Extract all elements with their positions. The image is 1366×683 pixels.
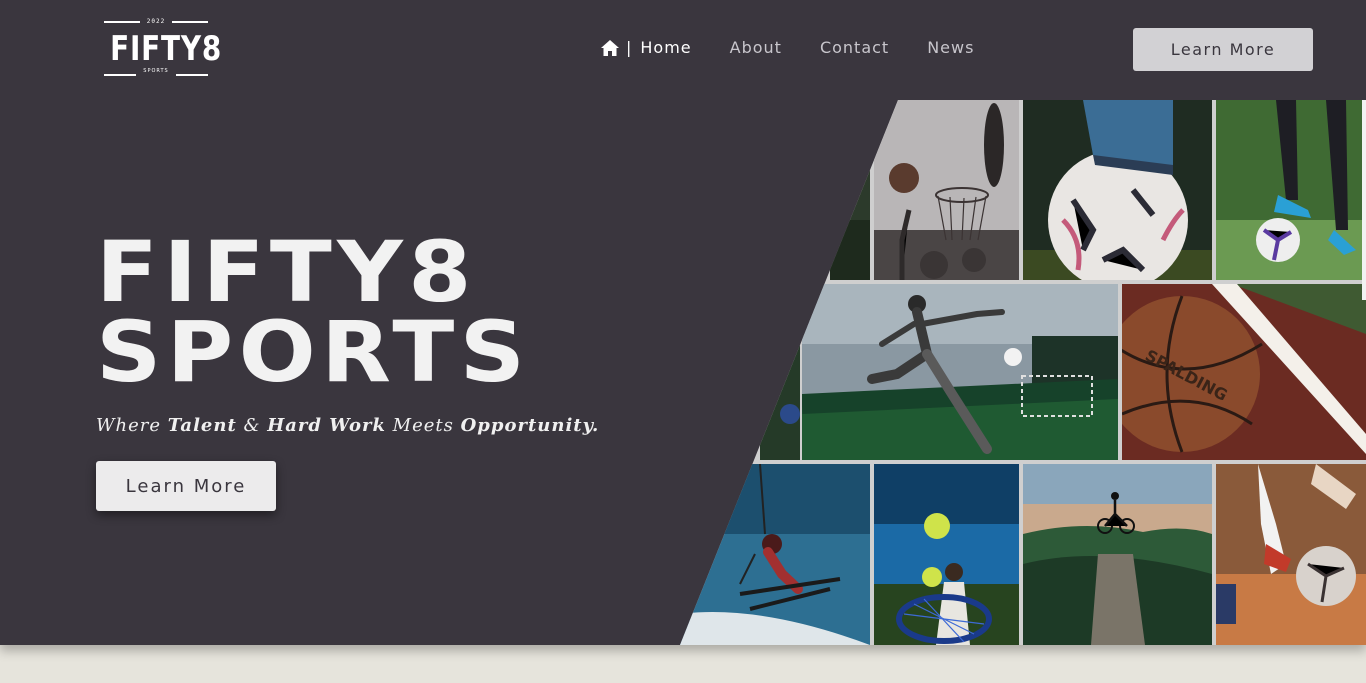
tennis-player-photo [874,464,1019,645]
collage-edge-tile [760,284,800,460]
tagline-talent: Talent [167,415,237,436]
nav-home-label: Home [640,38,692,57]
tagline-hard-work: Hard Work [267,415,386,436]
logo-brand: FIFTY8 [110,29,223,69]
skier-jump-photo [680,464,870,645]
nav-separator: | [626,38,633,57]
scrollbar-thumb[interactable] [1362,100,1366,300]
logo-rule [104,74,136,76]
logo-subtitle: SPORTS [143,68,169,74]
soccer-ball-under-foot-photo [1023,100,1212,280]
nav-contact[interactable]: Contact [820,38,889,57]
hero-tagline: Where Talent & Hard Work Meets Opportuni… [96,415,599,436]
spalding-basketball-photo: SPALDING [1122,284,1366,460]
tagline-part: Meets [385,415,461,436]
logo-rule [176,74,208,76]
nav-about[interactable]: About [730,38,782,57]
nav-home[interactable]: | Home [600,38,692,57]
nav-news[interactable]: News [927,38,974,57]
hero-title-line1: FIFTY8 [96,223,477,321]
hero-section: 2022 FIFTY8 SPORTS | Home About Contact … [0,0,1366,645]
mountain-biker-photo [1023,464,1212,645]
tagline-opportunity: Opportunity. [460,415,600,436]
soccer-kick-photo [802,284,1118,460]
main-nav: | Home About Contact News [600,38,974,57]
hero-title-line2: SPORTS [96,303,531,401]
home-icon [601,39,619,56]
soccer-dribble-photo [1216,464,1366,645]
site-logo[interactable]: 2022 FIFTY8 SPORTS [100,16,223,80]
collage-edge-tile [830,100,870,280]
basketball-hoop-photo [874,100,1019,280]
hero-title: FIFTY8 SPORTS [96,223,531,401]
logo-year: 2022 [146,18,166,25]
soccer-player-legs-photo [1216,100,1366,280]
header-learn-more-button[interactable]: Learn More [1133,28,1313,71]
tagline-part: Where [96,415,168,436]
sports-photo-collage: SPALDING [680,100,1366,645]
tagline-part: & [236,415,268,436]
hero-learn-more-button[interactable]: Learn More [96,461,276,511]
